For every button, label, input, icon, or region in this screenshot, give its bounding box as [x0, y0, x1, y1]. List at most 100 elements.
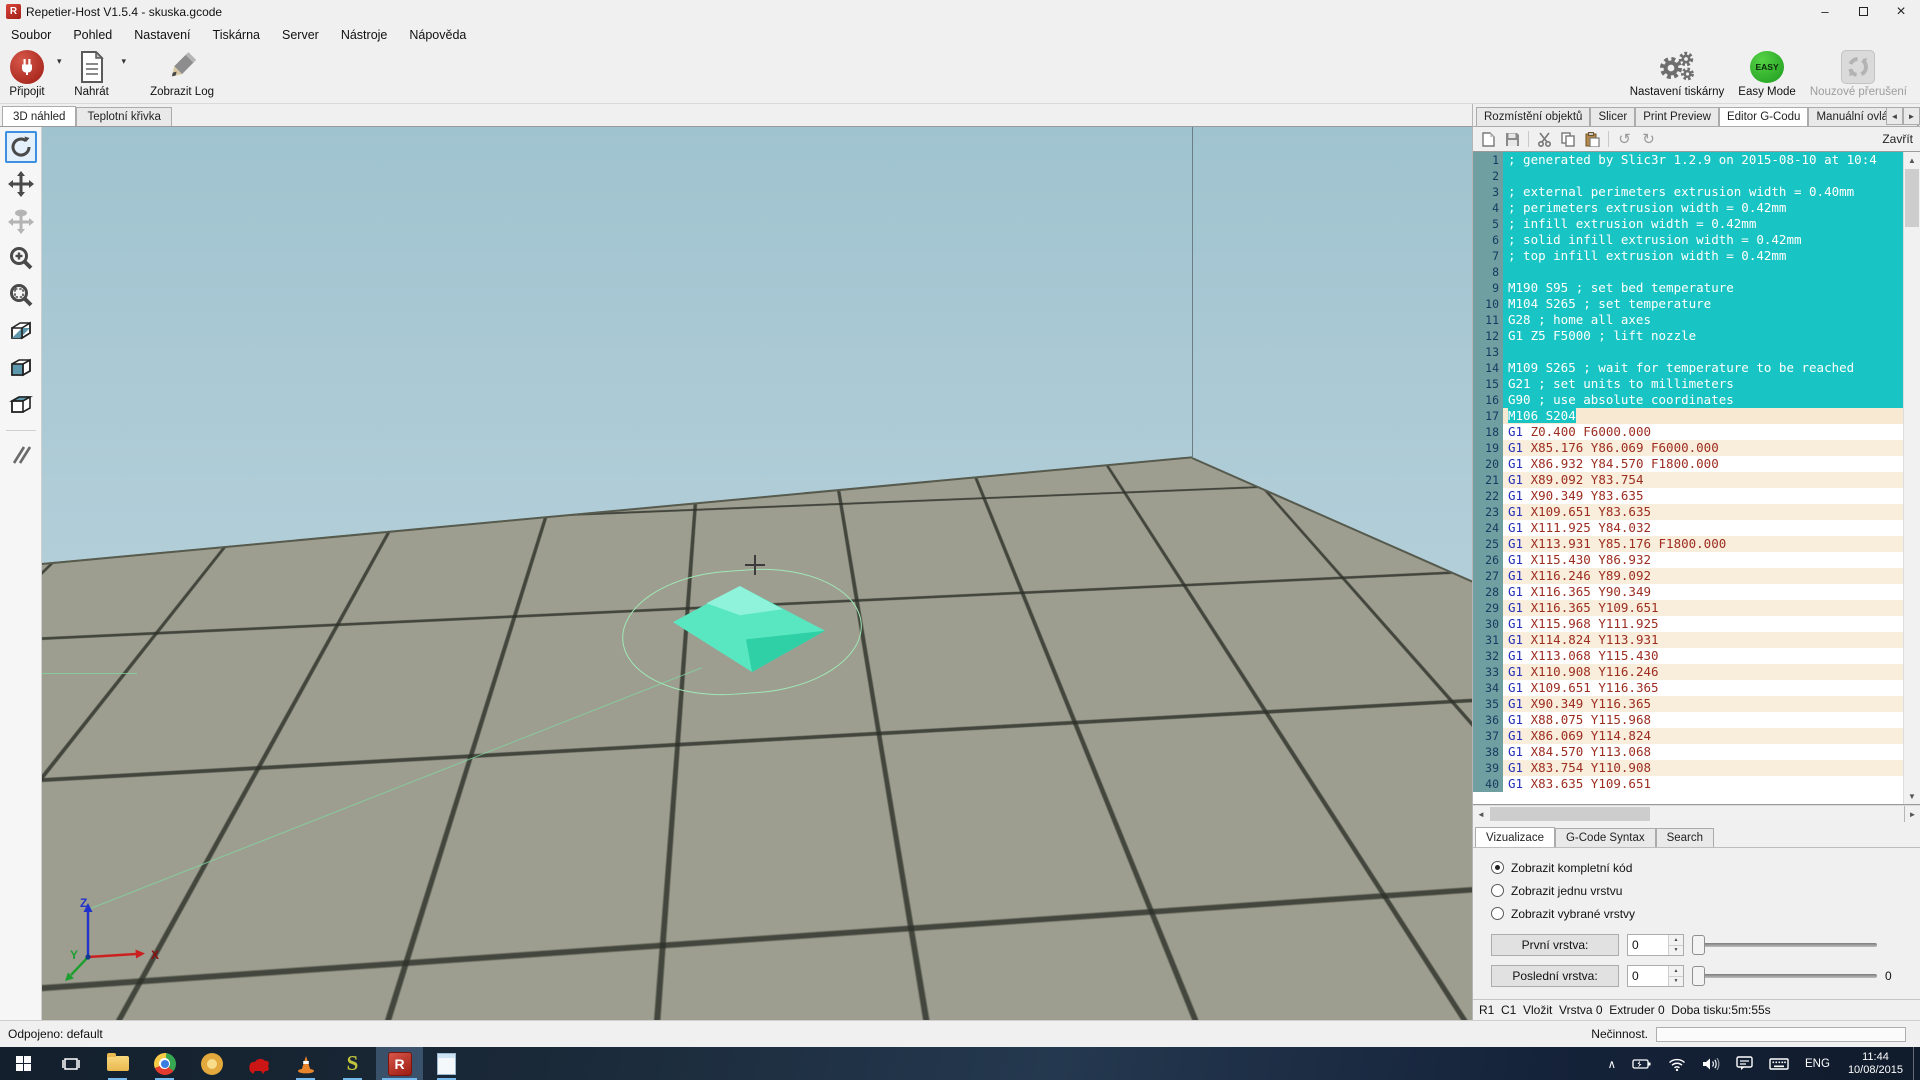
printer-settings-button[interactable]: Nastavení tiskárny [1623, 46, 1732, 103]
fit-view-button[interactable] [5, 279, 37, 311]
taskbar-vlc[interactable] [282, 1047, 329, 1080]
gcode-line[interactable]: 17M106 S204 [1473, 408, 1903, 424]
close-button[interactable]: × [1882, 0, 1920, 23]
gcode-line[interactable]: 6; solid infill extrusion width = 0.42mm [1473, 232, 1903, 248]
gcode-line[interactable]: 29G1 X116.365 Y109.651 [1473, 600, 1903, 616]
tab-rozmisteni-objektu[interactable]: Rozmístění objektů [1476, 107, 1590, 126]
undo-icon[interactable]: ↺ [1616, 131, 1633, 148]
first-layer-spinner[interactable]: 0 ▲▼ [1627, 934, 1684, 956]
tab-scroll-right[interactable]: ► [1903, 107, 1920, 125]
gcode-line[interactable]: 21G1 X89.092 Y83.754 [1473, 472, 1903, 488]
menu-server[interactable]: Server [271, 25, 330, 45]
paste-icon[interactable] [1584, 131, 1601, 148]
first-layer-button[interactable]: První vrstva: [1491, 934, 1619, 956]
rotate-view-button[interactable] [5, 131, 37, 163]
scroll-left-arrow[interactable]: ◄ [1473, 806, 1489, 822]
tab-slicer[interactable]: Slicer [1590, 107, 1635, 126]
gcode-line[interactable]: 4; perimeters extrusion width = 0.42mm [1473, 200, 1903, 216]
tab-teplotni-krivka[interactable]: Teplotní křivka [76, 107, 172, 126]
minimize-button[interactable]: – [1806, 0, 1844, 23]
speaker-icon[interactable] [1694, 1047, 1728, 1080]
editor-vscrollbar[interactable]: ▲ ▼ [1903, 152, 1920, 804]
scroll-right-arrow[interactable]: ► [1904, 806, 1920, 822]
gcode-line[interactable]: 34G1 X109.651 Y116.365 [1473, 680, 1903, 696]
gcode-line[interactable]: 19G1 X85.176 Y86.069 F6000.000 [1473, 440, 1903, 456]
tab-gcode-syntax[interactable]: G-Code Syntax [1555, 828, 1656, 847]
gcode-line[interactable]: 37G1 X86.069 Y114.824 [1473, 728, 1903, 744]
new-file-icon[interactable] [1480, 131, 1497, 148]
taskbar-slicer-app[interactable]: S [329, 1047, 376, 1080]
top-view-button[interactable] [5, 390, 37, 422]
gcode-line[interactable]: 10M104 S265 ; set temperature [1473, 296, 1903, 312]
tab-search[interactable]: Search [1656, 828, 1714, 847]
menu-soubor[interactable]: Soubor [0, 25, 62, 45]
zoom-in-button[interactable] [5, 242, 37, 274]
gcode-line[interactable]: 20G1 X86.932 Y84.570 F1800.000 [1473, 456, 1903, 472]
parallel-projection-button[interactable] [5, 439, 37, 471]
menu-pohled[interactable]: Pohled [62, 25, 123, 45]
load-dropdown[interactable]: ▾ [119, 56, 130, 67]
task-view-button[interactable] [47, 1047, 94, 1080]
spin-down-icon[interactable]: ▼ [1669, 977, 1683, 987]
3d-viewport[interactable]: Z X Y [42, 127, 1472, 1020]
gcode-line[interactable]: 2 [1473, 168, 1903, 184]
gcode-line[interactable]: 22G1 X90.349 Y83.635 [1473, 488, 1903, 504]
menu-tiskarna[interactable]: Tiskárna [202, 25, 271, 45]
gcode-line[interactable]: 30G1 X115.968 Y111.925 [1473, 616, 1903, 632]
easy-mode-button[interactable]: EASY Easy Mode [1731, 46, 1803, 103]
gcode-line[interactable]: 25G1 X113.931 Y85.176 F1800.000 [1473, 536, 1903, 552]
tab-3d-nahled[interactable]: 3D náhled [2, 106, 76, 126]
menu-napoveda[interactable]: Nápověda [398, 25, 477, 45]
tray-chevron[interactable]: ∧ [1600, 1047, 1624, 1080]
gcode-line[interactable]: 28G1 X116.365 Y90.349 [1473, 584, 1903, 600]
taskbar-chrome[interactable] [141, 1047, 188, 1080]
gcode-line[interactable]: 39G1 X83.754 Y110.908 [1473, 760, 1903, 776]
radio-selected-layers[interactable] [1491, 907, 1504, 920]
tab-vizualizace[interactable]: Vizualizace [1475, 827, 1555, 847]
last-layer-slider[interactable] [1692, 965, 1877, 987]
load-button[interactable]: Nahrát [65, 46, 119, 103]
editor-close-button[interactable]: Zavřít [1882, 132, 1913, 146]
scroll-down-arrow[interactable]: ▼ [1904, 788, 1920, 804]
wifi-icon[interactable] [1660, 1047, 1694, 1080]
gcode-line[interactable]: 40G1 X83.635 Y109.651 [1473, 776, 1903, 792]
radio-single-layer[interactable] [1491, 884, 1504, 897]
maximize-button[interactable] [1844, 0, 1882, 23]
hscroll-thumb[interactable] [1490, 807, 1650, 821]
taskbar-gold-app[interactable] [188, 1047, 235, 1080]
copy-icon[interactable] [1560, 131, 1577, 148]
language-indicator[interactable]: ENG [1797, 1047, 1838, 1080]
editor-hscrollbar[interactable]: ◄ ► [1473, 805, 1920, 822]
gcode-line[interactable]: 35G1 X90.349 Y116.365 [1473, 696, 1903, 712]
scroll-up-arrow[interactable]: ▲ [1904, 152, 1920, 168]
gcode-line[interactable]: 11G28 ; home all axes [1473, 312, 1903, 328]
show-desktop-button[interactable] [1913, 1047, 1920, 1080]
gcode-line[interactable]: 13 [1473, 344, 1903, 360]
radio-complete-code[interactable] [1491, 861, 1504, 874]
spin-up-icon[interactable]: ▲ [1669, 935, 1683, 946]
action-center-icon[interactable] [1728, 1047, 1761, 1080]
gcode-line[interactable]: 5; infill extrusion width = 0.42mm [1473, 216, 1903, 232]
radio-row[interactable]: Zobrazit kompletní kód [1491, 856, 1912, 879]
move-view-button[interactable] [5, 168, 37, 200]
gcode-line[interactable]: 31G1 X114.824 Y113.931 [1473, 632, 1903, 648]
gcode-line[interactable]: 1; generated by Slic3r 1.2.9 on 2015-08-… [1473, 152, 1903, 168]
radio-row[interactable]: Zobrazit jednu vrstvu [1491, 879, 1912, 902]
slider-handle[interactable] [1692, 966, 1705, 986]
printed-object[interactable] [673, 586, 825, 672]
gcode-line[interactable]: 3; external perimeters extrusion width =… [1473, 184, 1903, 200]
gcode-line[interactable]: 36G1 X88.075 Y115.968 [1473, 712, 1903, 728]
start-button[interactable] [0, 1047, 47, 1080]
gcode-editor[interactable]: 1; generated by Slic3r 1.2.9 on 2015-08-… [1473, 151, 1920, 805]
gcode-line[interactable]: 33G1 X110.908 Y116.246 [1473, 664, 1903, 680]
cut-icon[interactable] [1536, 131, 1553, 148]
tab-print-preview[interactable]: Print Preview [1635, 107, 1719, 126]
taskbar-notepad[interactable] [423, 1047, 470, 1080]
gcode-line[interactable]: 26G1 X115.430 Y86.932 [1473, 552, 1903, 568]
last-layer-button[interactable]: Poslední vrstva: [1491, 965, 1619, 987]
gcode-line[interactable]: 27G1 X116.246 Y89.092 [1473, 568, 1903, 584]
gcode-line[interactable]: 23G1 X109.651 Y83.635 [1473, 504, 1903, 520]
save-icon[interactable] [1504, 131, 1521, 148]
gcode-line[interactable]: 7; top infill extrusion width = 0.42mm [1473, 248, 1903, 264]
show-log-button[interactable]: Zobrazit Log [143, 46, 221, 103]
